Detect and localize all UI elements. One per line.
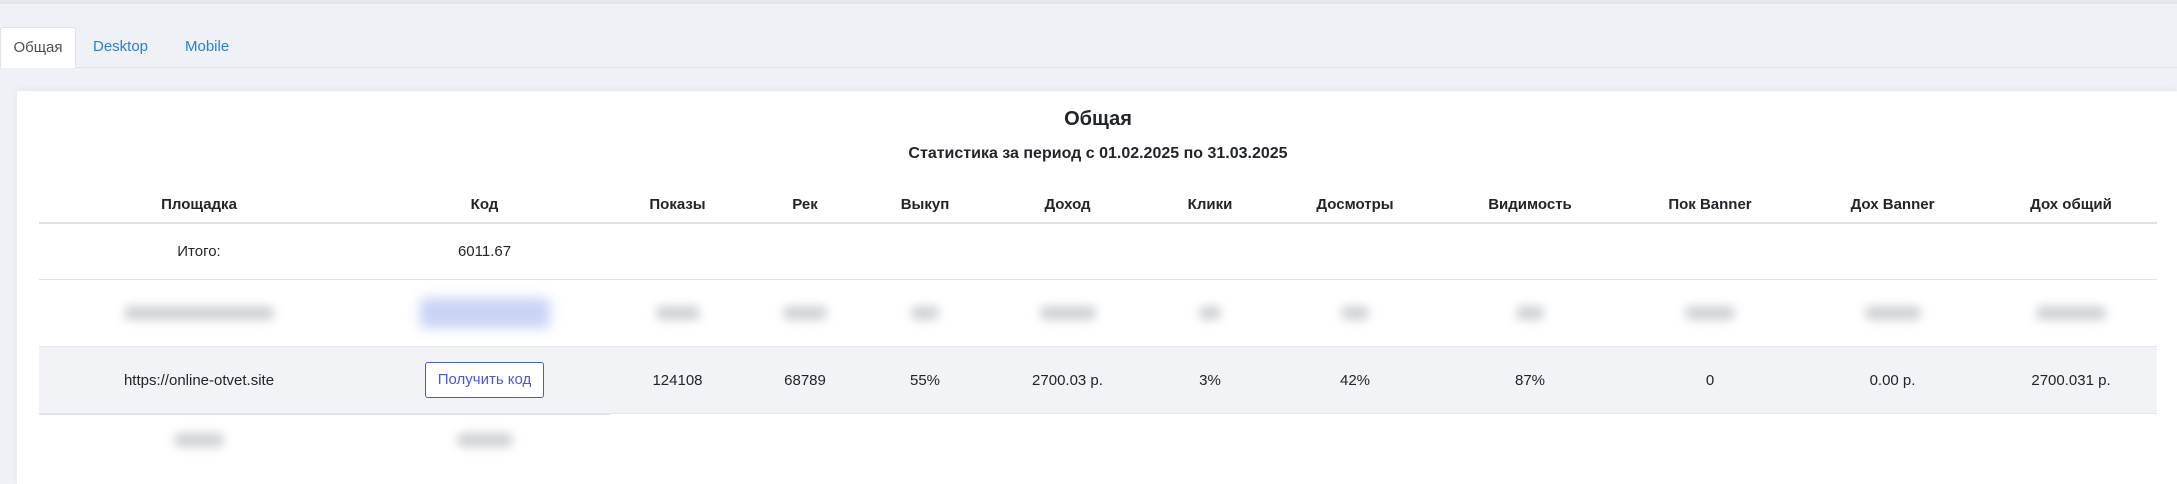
site-buyout: 55% (909, 371, 941, 389)
blurred-cell (359, 414, 610, 466)
site-url: https://online-otvet.site (123, 371, 275, 389)
report-title: Общая (1064, 108, 1132, 130)
header-total-income: Дох общий (2030, 195, 2112, 213)
site-visibility: 87% (1514, 371, 1546, 389)
site-banner-shows: 0 (1705, 371, 1715, 389)
header-ads: Рек (792, 195, 818, 213)
table-row: https://online-otvet.site Получить код 1… (39, 346, 2157, 414)
get-code-button[interactable]: Получить код (424, 362, 545, 398)
header-code: Код (470, 195, 499, 213)
report-period: Статистика за период с 01.02.2025 по 31.… (908, 145, 1288, 162)
tab-bar: Общая Desktop Mobile (0, 27, 2177, 68)
total-code-value: 6011.67 (457, 243, 512, 260)
header-site: Площадка (161, 195, 237, 213)
header-visibility: Видимость (1488, 195, 1572, 213)
code-cell: Получить код (359, 347, 610, 413)
header-income: Доход (1044, 195, 1091, 213)
blurred-cell (865, 280, 985, 346)
site-ads: 68789 (784, 371, 826, 389)
blurred-button (359, 280, 610, 346)
header-banner-shows: Пок Banner (1668, 195, 1752, 213)
site-total-income: 2700.031 р. (2031, 371, 2111, 389)
header-banner-income: Дох Banner (1850, 195, 1935, 213)
total-row: Итого: 6011.67 (39, 224, 2157, 280)
site-shows: 124108 (652, 371, 703, 389)
table-row-blurred (39, 414, 2157, 466)
blurred-cell (1270, 280, 1440, 346)
blurred-cell (1440, 280, 1620, 346)
site-banner-income: 0.00 р. (1869, 371, 1916, 389)
blurred-cell (39, 414, 359, 466)
site-income: 2700.03 р. (1032, 371, 1103, 389)
top-strip (0, 0, 2177, 4)
blurred-cell (985, 280, 1150, 346)
total-label: Итого: (177, 243, 221, 260)
blurred-cell (1620, 280, 1800, 346)
header-shows: Показы (649, 195, 706, 213)
header-buyout: Выкуп (900, 195, 950, 213)
blurred-cell (745, 280, 865, 346)
table-row-blurred (39, 280, 2157, 346)
tab-desktop[interactable]: Desktop (93, 27, 165, 68)
site-clicks: 3% (1199, 371, 1221, 389)
blurred-cell (39, 280, 359, 346)
table-header: Площадка Код Показы Рек Выкуп Доход Клик… (39, 186, 2157, 224)
tab-general[interactable]: Общая (0, 27, 76, 68)
header-views: Досмотры (1316, 195, 1394, 213)
site-views: 42% (1339, 371, 1371, 389)
header-clicks: Клики (1187, 195, 1233, 213)
blurred-cell (1800, 280, 1985, 346)
tab-mobile[interactable]: Mobile (185, 27, 245, 68)
blurred-cell (610, 280, 745, 346)
blurred-cell (1985, 280, 2157, 346)
blurred-cell (1150, 280, 1270, 346)
